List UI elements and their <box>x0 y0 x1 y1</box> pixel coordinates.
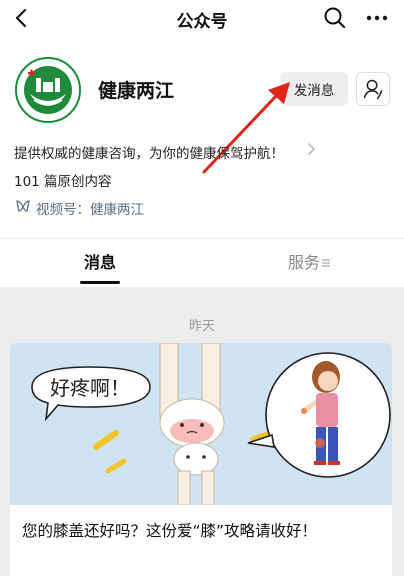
article-card[interactable]: 好疼啊！ 您的膝盖还好吗？这份爱“膝”攻略请收好！ <box>10 343 392 576</box>
video-channel-icon <box>16 200 30 212</box>
article-title[interactable]: 您的膝盖还好吗？这份爱“膝”攻略请收好！ <box>22 519 317 541</box>
user-profile-button[interactable] <box>356 72 390 106</box>
search-icon[interactable] <box>322 5 348 31</box>
date-divider: 昨天 <box>188 319 215 334</box>
active-tab-indicator <box>80 281 120 284</box>
chevron-right-icon[interactable] <box>304 141 318 157</box>
article-cover-image[interactable]: 好疼啊！ <box>10 343 392 505</box>
tab-messages[interactable]: 消息 <box>0 239 200 287</box>
account-description[interactable]: 提供权威的健康咨询，为你的健康保驾护航！ <box>14 142 284 162</box>
tab-services[interactable]: 服务 <box>204 239 404 287</box>
message-feed: 昨天 好疼啊！ 您的膝盖还好吗？这份爱“膝”攻略请收好！ <box>0 287 404 576</box>
top-bar: 公众号 <box>0 0 404 36</box>
account-name: 健康两江 <box>98 80 175 102</box>
account-profile: 健康两江 发消息 提供权威的健康咨询，为你的健康保驾护航！ 101 篇原创内容 … <box>0 36 404 236</box>
more-icon[interactable] <box>364 5 390 31</box>
video-channel-link[interactable]: 视频号：健康两江 <box>36 198 144 218</box>
account-logo[interactable] <box>14 56 82 124</box>
original-count[interactable]: 101 篇原创内容 <box>14 170 112 190</box>
tab-bar: 消息 服务 <box>0 239 404 287</box>
speech-bubble-text: 好疼啊！ <box>50 376 130 400</box>
menu-lines-icon <box>322 259 330 267</box>
send-message-button[interactable]: 发消息 <box>280 72 348 106</box>
